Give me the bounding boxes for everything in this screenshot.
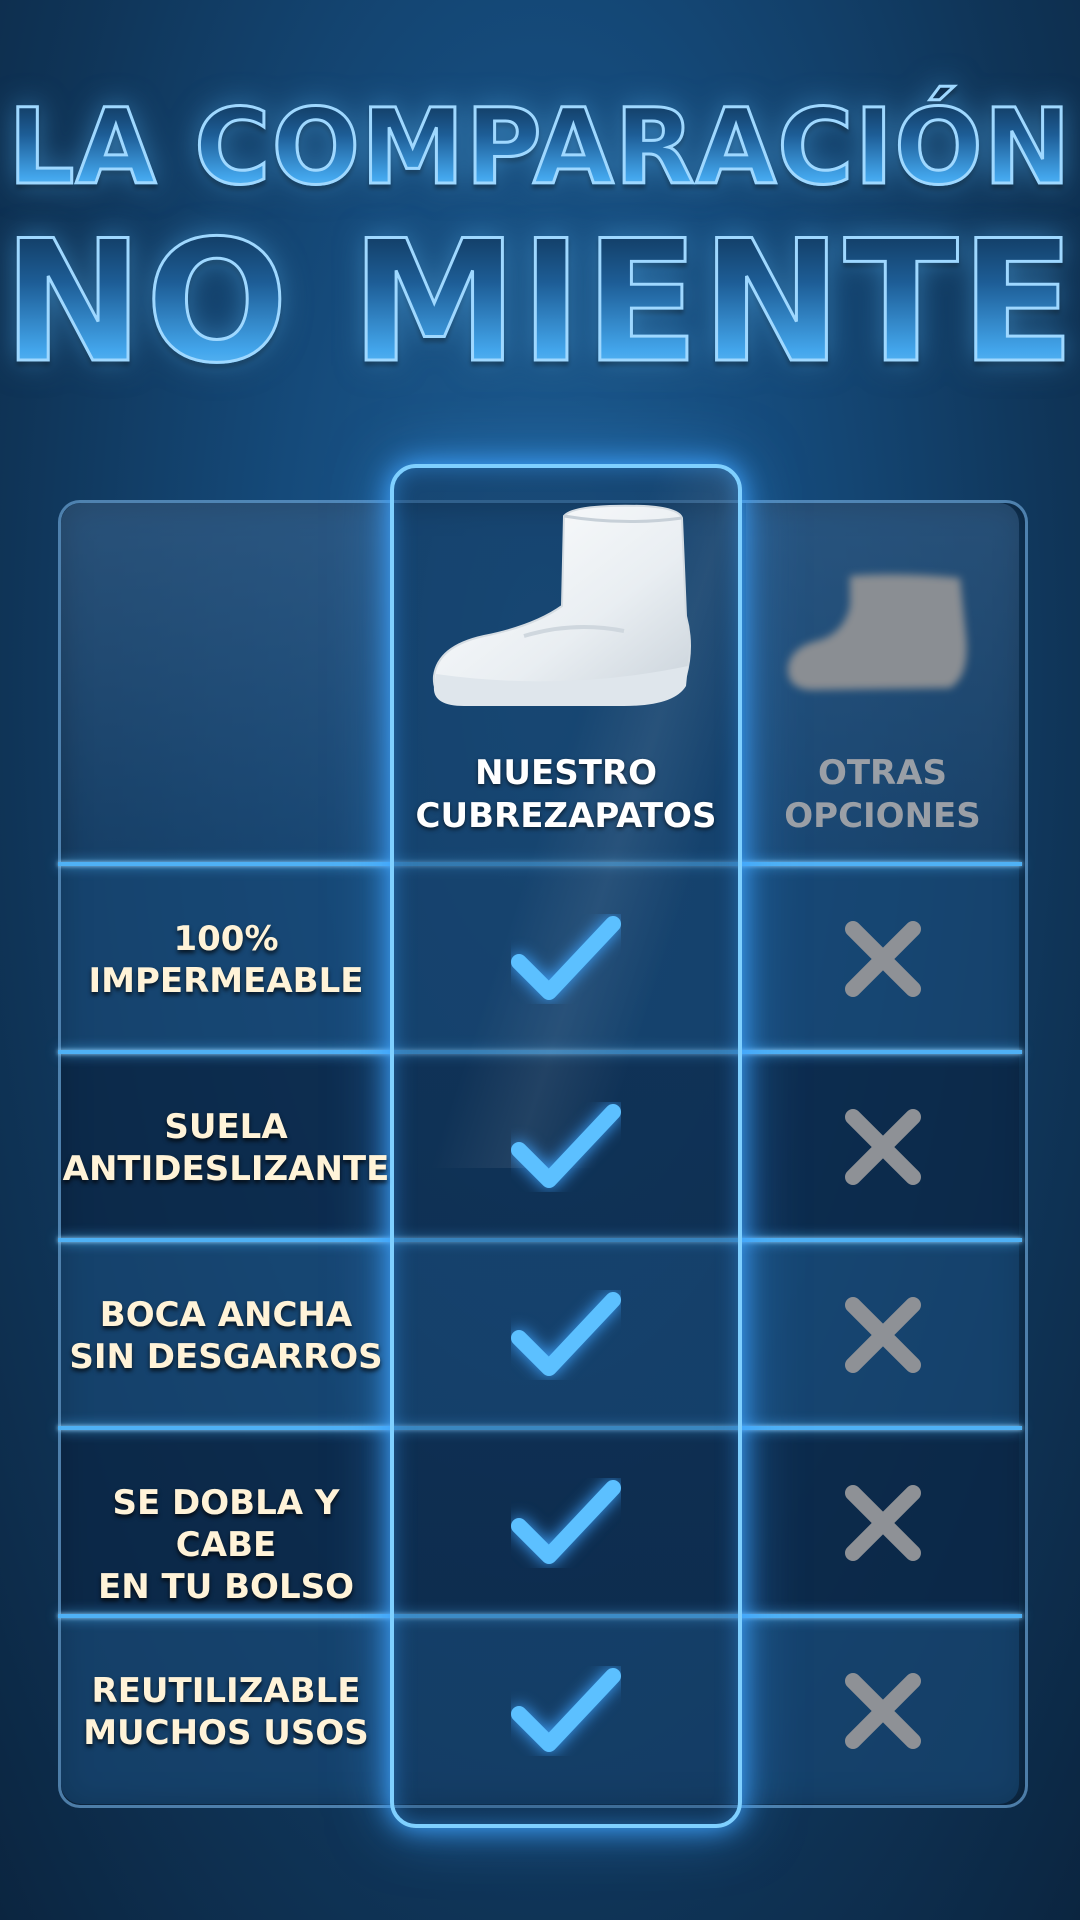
cross-icon — [746, 866, 1019, 1052]
cross-icon — [746, 1430, 1019, 1616]
feature-label-antislip: SUELA ANTIDESLIZANTE — [62, 1107, 390, 1189]
white-shoe-cover-image — [432, 504, 691, 706]
cross-icon — [746, 1054, 1019, 1240]
generic-shoe-cover-image — [787, 574, 967, 690]
feature-label-foldable: SE DOBLA Y CABE EN TU BOLSO — [97, 1483, 355, 1607]
feature-label-waterproof: 100% IMPERMEABLE — [88, 919, 364, 1001]
check-icon — [394, 1242, 738, 1428]
cross-icon — [746, 1242, 1019, 1428]
title-line-1: LA COMPARACIÓN — [0, 85, 1080, 210]
check-icon — [394, 1054, 738, 1240]
our-product-column-title: NUESTRO CUBREZAPATOS — [415, 753, 717, 836]
feature-label-wide-opening: BOCA ANCHA SIN DESGARROS — [69, 1295, 383, 1377]
check-icon — [394, 1430, 738, 1616]
check-icon — [394, 866, 738, 1052]
check-icon — [394, 1618, 738, 1804]
title-line-2: NO MIENTE — [0, 203, 1080, 402]
cross-icon — [746, 1618, 1019, 1804]
empty-header-cell — [61, 503, 391, 863]
other-options-column-title: OTRAS OPCIONES — [784, 753, 981, 836]
feature-label-reusable: REUTILIZABLE MUCHOS USOS — [83, 1671, 369, 1753]
